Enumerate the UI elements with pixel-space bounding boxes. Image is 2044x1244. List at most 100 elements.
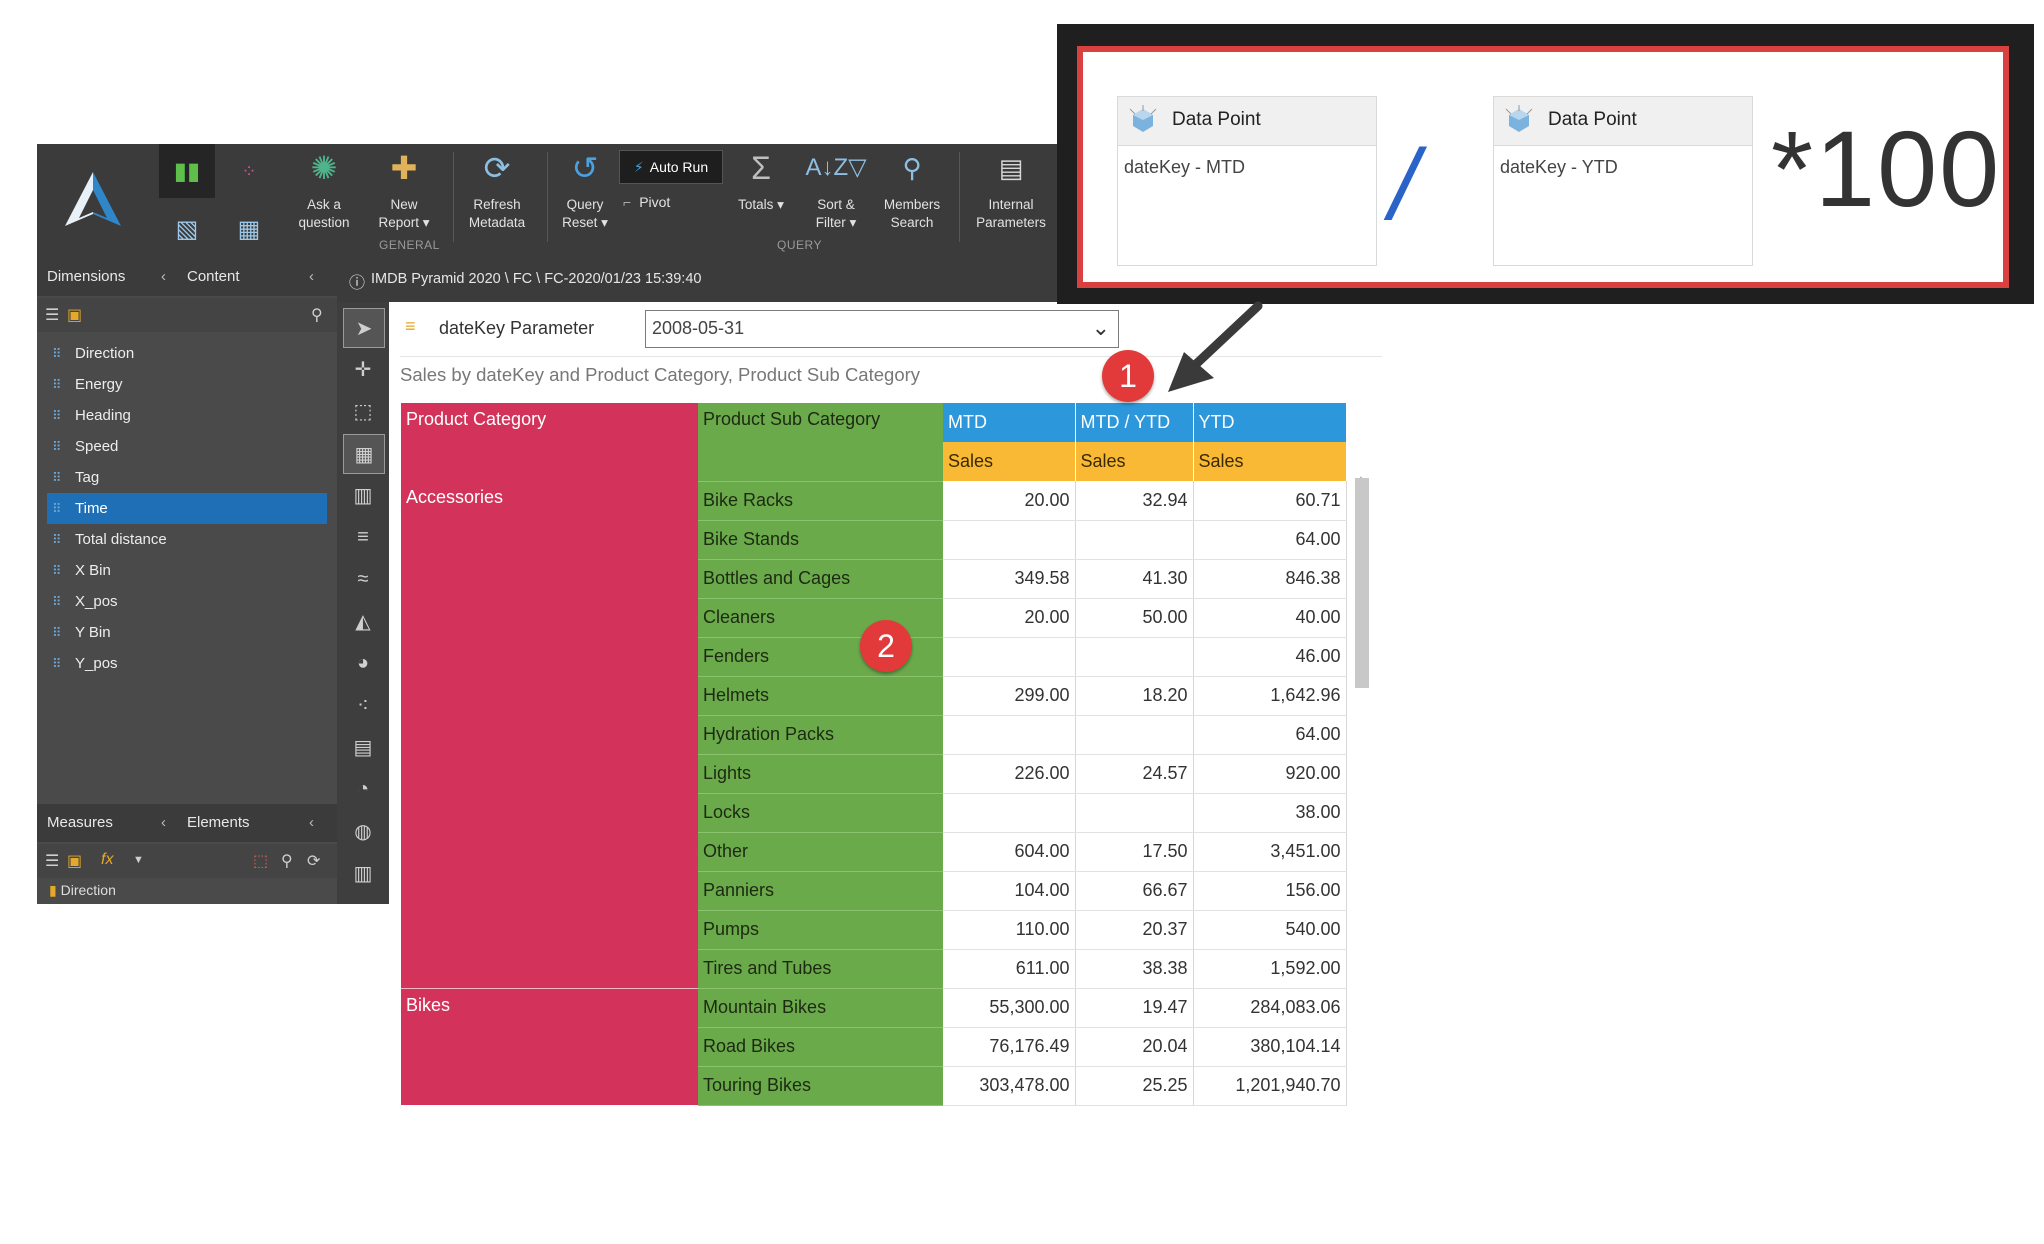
column-chart-icon[interactable]: ▥	[343, 476, 383, 514]
subcategory-cell[interactable]: Touring Bikes	[698, 1066, 943, 1106]
measures-tab[interactable]: Measures	[47, 814, 113, 831]
area-chart-icon[interactable]: ◭	[343, 602, 383, 640]
vertical-scrollbar[interactable]	[1355, 478, 1369, 688]
refresh-metadata-button[interactable]: ⟳ Refresh Metadata	[457, 144, 537, 258]
mtd-value-cell: 349.58	[943, 559, 1076, 599]
ytd-value-cell: 284,083.06	[1193, 988, 1347, 1028]
dimension-item[interactable]: ⠿ Speed	[37, 431, 337, 462]
select-icon[interactable]: ⬚	[253, 851, 268, 871]
mtd-value-cell: 303,478.00	[943, 1066, 1076, 1106]
dimension-item[interactable]: ⠿ Total distance	[37, 524, 337, 555]
grid-view-button[interactable]: ▦	[221, 202, 277, 256]
subcategory-cell[interactable]: Tires and Tubes	[698, 949, 943, 989]
subcategory-cell[interactable]: Hydration Packs	[698, 715, 943, 755]
subcategory-cell[interactable]: Lights	[698, 754, 943, 794]
category-cell[interactable]: Bikes	[401, 988, 698, 1105]
content-tab[interactable]: Content	[187, 268, 240, 285]
header-product-sub-category[interactable]: Product Sub Category	[698, 403, 943, 482]
members-search-button[interactable]: ⚲ Members Search	[875, 144, 949, 258]
table-row: Bikes Mountain Bikes 55,300.00 19.47 284,083…	[401, 988, 1347, 1105]
breadcrumb: ⓘ IMDB Pyramid 2020 \ FC \ FC-2020/01/23…	[337, 258, 1067, 302]
line-chart-icon[interactable]: ≈	[343, 560, 383, 598]
pivot-icon: ⌐	[623, 194, 632, 210]
hierarchy-icon: ⠿	[52, 408, 61, 423]
header-mtd-ytd[interactable]: MTD / YTD	[1075, 403, 1194, 442]
ratio-value-cell: 24.57	[1075, 754, 1194, 794]
subcategory-cell[interactable]: Pumps	[698, 910, 943, 950]
subcategory-cell[interactable]: Bike Racks	[698, 481, 943, 521]
cube-icon[interactable]: ▣	[67, 305, 82, 325]
dimension-item[interactable]: ⠿ Y_pos	[37, 648, 337, 679]
lasso-icon[interactable]: ⬚	[343, 392, 383, 430]
header-ytd[interactable]: YTD	[1193, 403, 1347, 442]
pivot-button[interactable]: ⌐ Pivot	[623, 194, 670, 210]
formula-callout: Data Point dateKey - MTD / Data Point da…	[1057, 24, 2034, 304]
auto-run-toggle[interactable]: ⚡ Auto Run	[619, 150, 723, 184]
cube-icon[interactable]: ▣	[67, 851, 82, 871]
ribbon-separator	[959, 152, 960, 242]
dimensions-tab[interactable]: Dimensions	[47, 268, 125, 285]
bar-chart-icon[interactable]: ≡	[343, 518, 383, 556]
header-product-category[interactable]: Product Category	[401, 403, 698, 481]
data-point-mtd[interactable]: Data Point dateKey - MTD	[1117, 96, 1377, 266]
measure-item[interactable]: ▮ Direction	[49, 882, 116, 904]
list-view-icon[interactable]: ☰	[45, 305, 59, 325]
subcategory-cell[interactable]: Locks	[698, 793, 943, 833]
date-parameter-select[interactable]: 2008-05-31 ⌄	[645, 310, 1119, 348]
category-cell[interactable]: Accessories	[401, 481, 698, 989]
header-mtd[interactable]: MTD	[943, 403, 1076, 442]
subcategory-cell[interactable]: Panniers	[698, 871, 943, 911]
dimension-item[interactable]: ⠿ Direction	[37, 338, 337, 369]
search-icon[interactable]: ⚲	[281, 851, 293, 871]
dimension-item-selected[interactable]: ⠿ Time	[47, 493, 327, 524]
subcategory-cell[interactable]: Road Bikes	[698, 1027, 943, 1067]
dimension-item[interactable]: ⠿ Energy	[37, 369, 337, 400]
collapse-icon[interactable]: ‹	[161, 268, 166, 285]
subcategory-cell[interactable]: Other	[698, 832, 943, 872]
hierarchy-icon: ⠿	[52, 470, 61, 485]
pie-chart-icon[interactable]: ◕	[343, 644, 383, 682]
dimension-item[interactable]: ⠿ Heading	[37, 400, 337, 431]
dimension-item[interactable]: ⠿ X Bin	[37, 555, 337, 586]
select-pointer-icon[interactable]: ➤	[343, 308, 385, 348]
ytd-value-cell: 920.00	[1193, 754, 1347, 794]
collapse-icon[interactable]: ‹	[309, 814, 314, 831]
ask-question-button[interactable]: ✺ Ask a question	[289, 144, 359, 258]
step-badge-1: 1	[1102, 350, 1154, 402]
globe-icon[interactable]: ◍	[343, 812, 383, 850]
list-view-icon[interactable]: ☰	[45, 851, 59, 871]
mtd-value-cell: 104.00	[943, 871, 1076, 911]
collapse-icon[interactable]: ‹	[161, 814, 166, 831]
chevron-down-icon[interactable]: ▼	[133, 854, 144, 866]
formula-icon[interactable]: fx	[101, 851, 113, 869]
dots-view-button[interactable]: ⁘	[221, 144, 277, 198]
new-report-icon: ✚	[390, 150, 418, 186]
internal-parameters-button[interactable]: ▤ Internal Parameters	[963, 144, 1059, 258]
subcategory-cell[interactable]: Bottles and Cages	[698, 559, 943, 599]
query-reset-button[interactable]: ↺ Query Reset ▾	[555, 144, 615, 258]
dimension-item[interactable]: ⠿ Y Bin	[37, 617, 337, 648]
stacked-chart-icon[interactable]: ▤	[343, 728, 383, 766]
crosshair-icon[interactable]: ✛	[343, 350, 383, 388]
gauge-icon[interactable]: ◔	[343, 770, 383, 808]
grid-icon[interactable]: ▦	[343, 434, 385, 474]
chart-view-button[interactable]: ▮▮	[159, 144, 215, 198]
ratio-value-cell	[1075, 793, 1194, 833]
subcategory-cell[interactable]: Mountain Bikes	[698, 988, 943, 1028]
refresh-icon[interactable]: ⟳	[307, 851, 320, 871]
dimension-item[interactable]: ⠿ Tag	[37, 462, 337, 493]
search-icon[interactable]: ⚲	[311, 305, 323, 325]
subcategory-cell[interactable]: Helmets	[698, 676, 943, 716]
subcategory-cell[interactable]: Bike Stands	[698, 520, 943, 560]
collapse-icon[interactable]: ‹	[309, 268, 314, 285]
more-charts-icon[interactable]: ▥	[343, 854, 383, 892]
data-point-ytd[interactable]: Data Point dateKey - YTD	[1493, 96, 1753, 266]
dimension-item[interactable]: ⠿ X_pos	[37, 586, 337, 617]
mtd-value-cell: 611.00	[943, 949, 1076, 989]
info-icon[interactable]: ⓘ	[349, 269, 365, 293]
scatter-chart-icon[interactable]: ⁖	[343, 686, 383, 724]
mtd-value-cell: 20.00	[943, 598, 1076, 638]
elements-tab[interactable]: Elements	[187, 814, 250, 831]
map-view-button[interactable]: ▧	[159, 202, 215, 256]
formula-box: Data Point dateKey - MTD / Data Point da…	[1077, 46, 2009, 288]
